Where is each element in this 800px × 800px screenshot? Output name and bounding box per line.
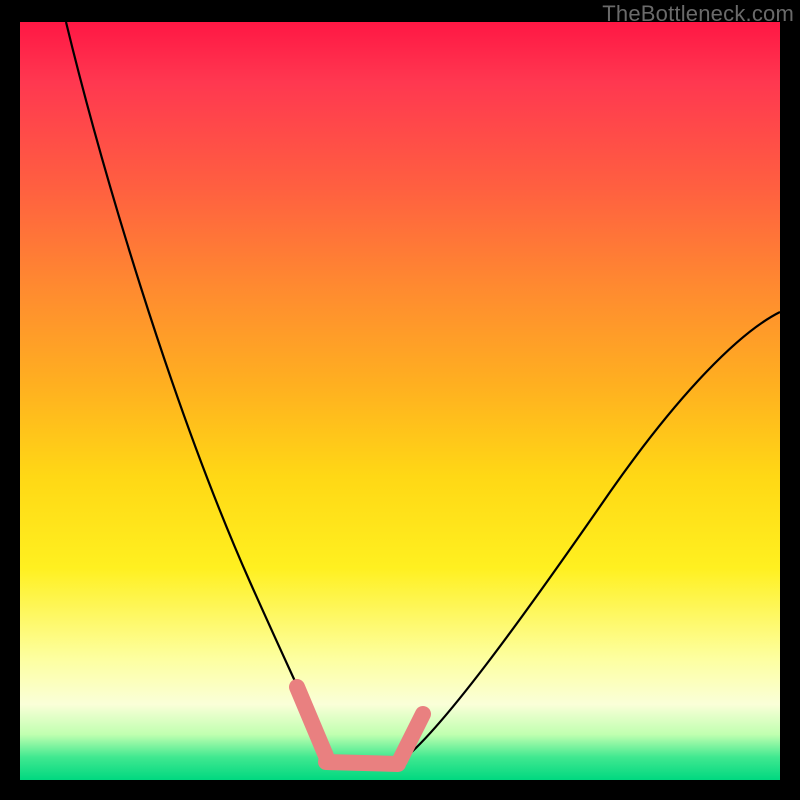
highlight-left-foot [297,687,326,756]
right-curve [400,312,780,762]
left-curve [66,22,328,758]
chart-svg [20,22,780,780]
chart-plot-area [20,22,780,780]
watermark-text: TheBottleneck.com [602,1,794,27]
highlight-valley-floor [326,762,398,764]
highlight-right-foot [400,714,423,760]
